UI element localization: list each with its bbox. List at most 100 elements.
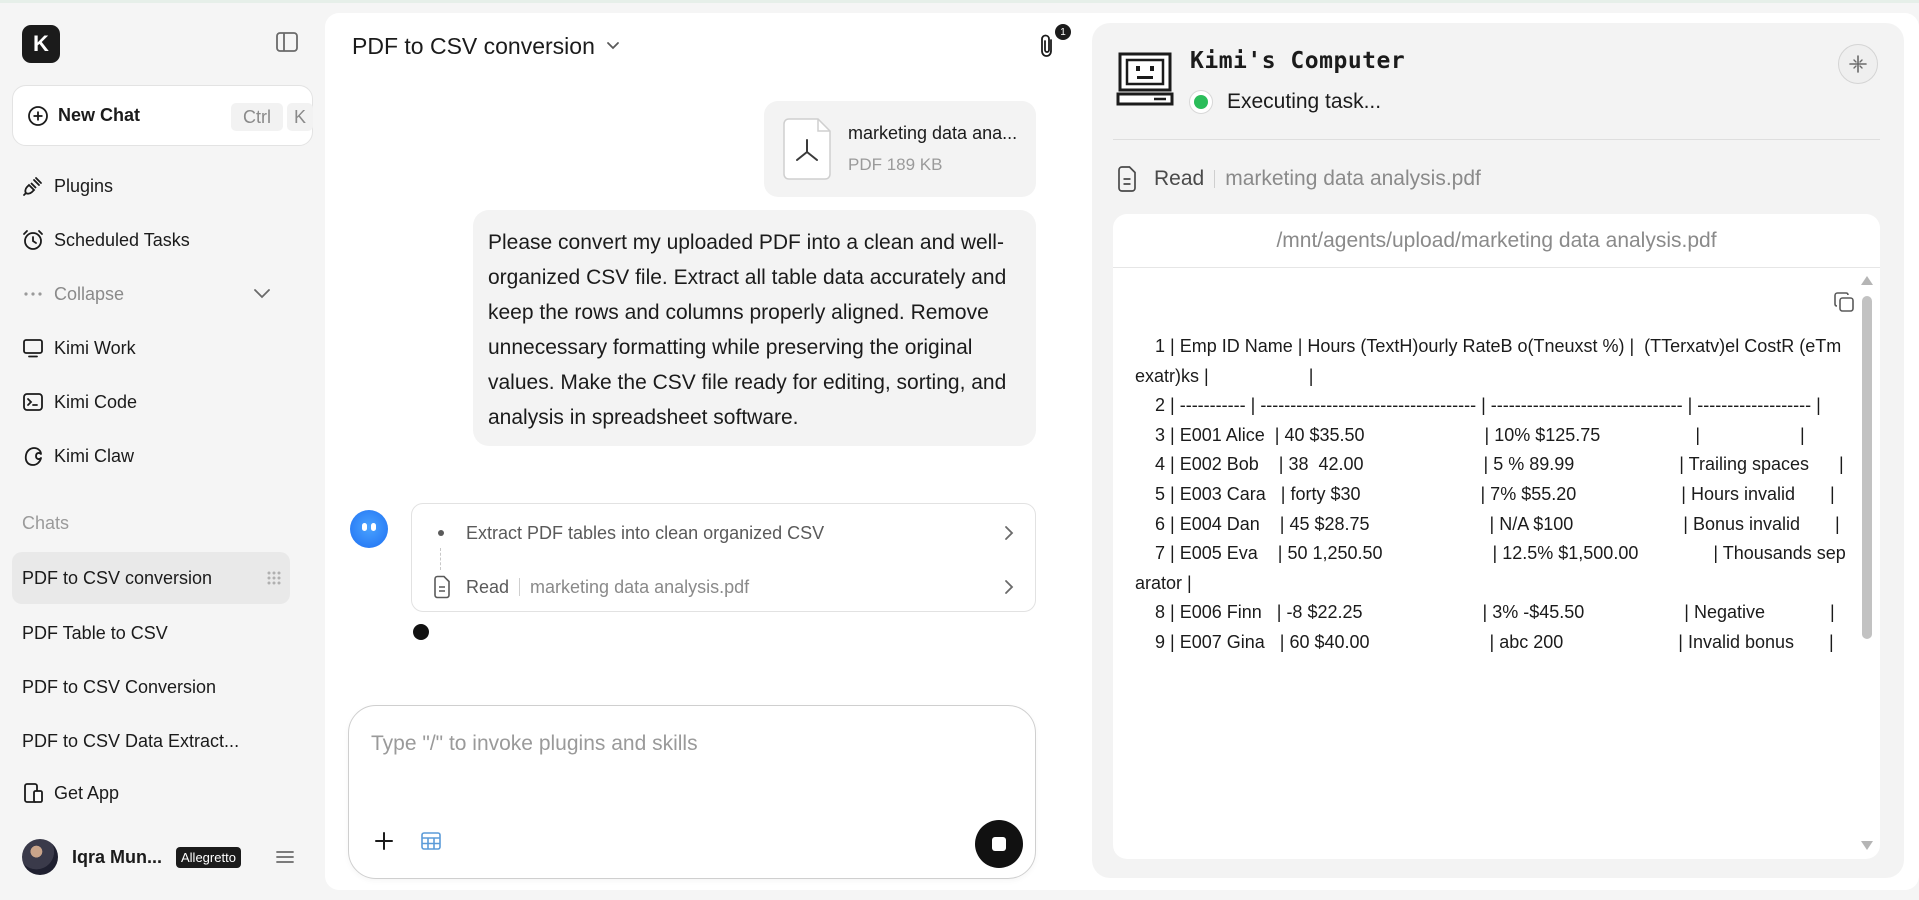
sidebar-item-scheduled-tasks[interactable]: Scheduled Tasks <box>22 225 190 255</box>
message-input[interactable] <box>371 724 1011 764</box>
file-name: marketing data ana... <box>848 123 1018 143</box>
stop-generation-button[interactable] <box>975 820 1023 868</box>
read-file-label: marketing data analysis.pdf <box>530 576 750 597</box>
file-line: 3 | E001 Alice | 40 $35.50 | 10% $125.75… <box>1135 424 1805 445</box>
sidebar-item-kimi-work[interactable]: Kimi Work <box>22 333 136 363</box>
file-meta: PDF 189 KB <box>848 155 943 174</box>
task-step-label: Extract PDF tables into clean organized … <box>466 522 825 543</box>
panel-read-op: Read <box>1154 167 1205 190</box>
plus-circle-icon <box>28 105 48 126</box>
chats-section-label: Chats <box>22 513 70 533</box>
scrollbar[interactable] <box>1861 276 1873 851</box>
panel-divider <box>1113 139 1880 140</box>
sidebar-toggle-icon[interactable] <box>276 32 298 52</box>
retro-computer-icon <box>1116 52 1174 106</box>
kimi-logo[interactable]: K <box>22 25 60 63</box>
file-line: 5 | E003 Cara | forty $30 | 7% $55.20 | … <box>1135 483 1835 504</box>
monitor-icon <box>23 339 43 358</box>
document-icon <box>434 575 450 599</box>
chat-history-label: PDF to CSV conversion <box>22 567 213 588</box>
chat-history-label: PDF to CSV Conversion <box>22 676 217 697</box>
plan-badge: Allegretto <box>176 846 241 868</box>
file-line: 9 | E007 Gina | 60 $40.00 | abc 200 | In… <box>1135 631 1834 652</box>
step-connector <box>440 548 441 570</box>
panel-title: Kimi's Computer <box>1190 48 1406 74</box>
attachment-count-badge: 1 <box>1055 24 1071 40</box>
new-chat-label: New Chat <box>58 105 141 125</box>
ellipsis-icon <box>24 292 42 296</box>
task-step-extract[interactable]: Extract PDF tables into clean organized … <box>412 518 1035 548</box>
user-message-bubble: Please convert my uploaded PDF into a cl… <box>473 210 1036 446</box>
sidebar-item-label: Plugins <box>54 175 114 196</box>
devices-icon <box>24 783 43 803</box>
file-path-header: /mnt/agents/upload/marketing data analys… <box>1113 214 1880 268</box>
terminal-icon <box>23 393 43 411</box>
chat-history-item[interactable]: PDF to CSV conversion <box>12 552 290 604</box>
chevron-right-icon <box>1005 526 1014 540</box>
sidebar-item-kimi-code[interactable]: Kimi Code <box>22 387 137 417</box>
sidebar-item-label: Kimi Code <box>54 391 138 412</box>
pdf-file-icon <box>783 118 831 180</box>
chat-history-label: PDF Table to CSV <box>22 622 168 643</box>
sidebar-item-label: Kimi Work <box>54 337 136 358</box>
chat-history-item[interactable]: PDF to CSV Data Extract... <box>12 715 290 767</box>
chevron-down-icon <box>606 42 619 50</box>
read-op-label: Read <box>466 576 510 597</box>
avatar <box>22 839 58 875</box>
page-title: PDF to CSV conversion <box>352 32 595 59</box>
file-line: 1 | Emp ID Name | Hours (TextH)ourly Rat… <box>1135 336 1842 386</box>
file-line: 6 | E004 Dan | 45 $28.75 | N/A $100 | Bo… <box>1135 513 1840 534</box>
hamburger-menu-icon[interactable] <box>276 850 294 864</box>
panel-read-file: marketing data analysis.pdf <box>1225 167 1481 190</box>
logo-letter: K <box>33 31 49 56</box>
chevron-down-icon[interactable] <box>252 286 272 300</box>
user-profile[interactable]: Iqra Mun... Allegretto <box>22 838 241 876</box>
table-icon[interactable] <box>421 832 441 850</box>
scroll-up-arrow[interactable] <box>1861 276 1873 285</box>
scroll-down-arrow[interactable] <box>1861 841 1873 850</box>
document-icon <box>1118 166 1136 192</box>
chat-title-dropdown[interactable]: PDF to CSV conversion <box>352 30 621 62</box>
claw-icon <box>24 447 42 466</box>
scroll-thumb[interactable] <box>1862 296 1872 639</box>
sidebar-item-label: Scheduled Tasks <box>54 229 190 250</box>
file-viewer: /mnt/agents/upload/marketing data analys… <box>1113 214 1880 859</box>
paperclip-icon[interactable] <box>1036 33 1058 59</box>
sidebar-collapse-toggle[interactable]: Collapse <box>22 279 124 309</box>
file-line: 2 | ----------- | ----------------------… <box>1135 395 1821 416</box>
status-text: Executing task... <box>1227 90 1382 113</box>
alarm-clock-icon <box>23 230 43 250</box>
new-chat-button[interactable]: New Chat Ctrl K <box>12 85 313 146</box>
get-app-link[interactable]: Get App <box>22 778 119 808</box>
file-line: 7 | E005 Eva | 50 1,250.50 | 12.5% $1,50… <box>1135 543 1846 593</box>
sidebar-item-label: Collapse <box>54 283 125 304</box>
panel-read-step: Read marketing data analysis.pdf <box>1116 164 1481 194</box>
file-content: 1 | Emp ID Name | Hours (TextH)ourly Rat… <box>1135 332 1847 658</box>
divider <box>1214 170 1216 188</box>
task-steps-card: Extract PDF tables into clean organized … <box>411 503 1036 612</box>
generating-indicator <box>413 624 429 640</box>
step-bullet <box>438 530 444 536</box>
chat-history-item[interactable]: PDF Table to CSV <box>12 607 290 659</box>
expand-panel-button[interactable] <box>1838 44 1878 84</box>
task-step-read[interactable]: Read marketing data analysis.pdf <box>412 572 1035 602</box>
file-line: 4 | E002 Bob | 38 42.00 | 5 % 89.99 | Tr… <box>1135 454 1844 475</box>
shortcut-ctrl: Ctrl <box>231 103 283 131</box>
uploaded-file-card[interactable]: marketing data ana... PDF 189 KB <box>764 101 1036 197</box>
plug-icon <box>23 177 42 196</box>
user-name: Iqra Mun... <box>72 846 162 867</box>
sidebar-item-plugins[interactable]: Plugins <box>22 171 113 201</box>
file-line: 8 | E006 Finn | -8 $22.25 | 3% -$45.50 |… <box>1135 602 1835 623</box>
sidebar-item-label: Kimi Claw <box>54 445 135 466</box>
status-indicator <box>1189 90 1213 114</box>
chat-history-label: PDF to CSV Data Extract... <box>22 730 240 751</box>
drag-grip-icon[interactable] <box>266 570 282 586</box>
get-app-label: Get App <box>54 782 120 803</box>
shortcut-key: K <box>287 103 313 131</box>
divider <box>519 578 521 596</box>
expand-icon <box>1849 55 1867 73</box>
add-attachment-icon[interactable] <box>373 830 395 852</box>
sidebar-item-kimi-claw[interactable]: Kimi Claw <box>22 441 134 471</box>
chat-history-item[interactable]: PDF to CSV Conversion <box>12 661 290 713</box>
copy-icon[interactable] <box>1833 291 1855 313</box>
